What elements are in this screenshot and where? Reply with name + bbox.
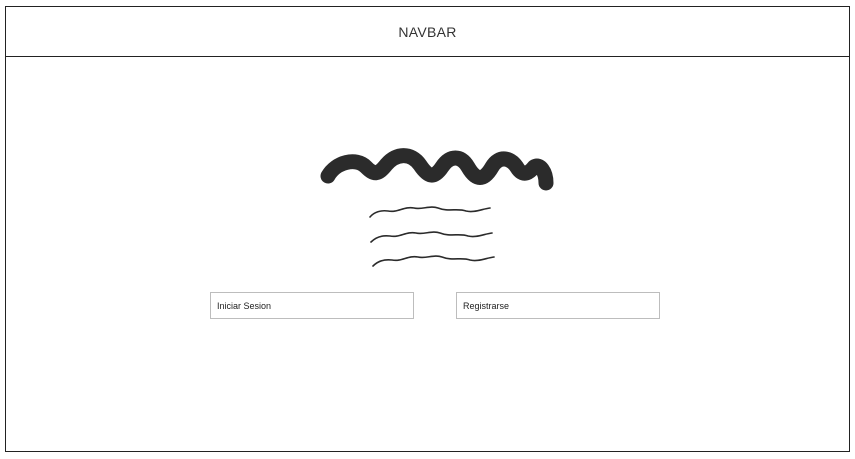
scribble-text-icon: [369, 206, 495, 267]
app-frame: NAVBAR Iniciar Sesion Registrarse: [5, 6, 850, 452]
login-button[interactable]: Iniciar Sesion: [210, 292, 414, 319]
scribble-logo-icon: [320, 148, 554, 191]
navbar: NAVBAR: [6, 7, 849, 57]
navbar-label: NAVBAR: [398, 23, 457, 40]
register-button[interactable]: Registrarse: [456, 292, 660, 319]
register-button-label: Registrarse: [463, 300, 510, 311]
hero-graphic: [320, 148, 554, 267]
login-button-label: Iniciar Sesion: [217, 300, 272, 311]
